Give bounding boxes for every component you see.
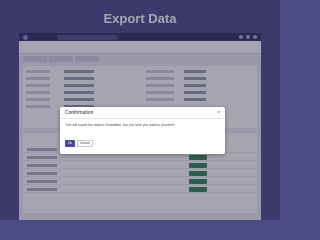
dialog-actions: Ok Cancel [65, 140, 93, 147]
cancel-button[interactable]: Cancel [77, 140, 93, 147]
confirmation-dialog: Confirmation × This will export the data… [60, 107, 225, 154]
dialog-header: Confirmation × [60, 107, 225, 119]
ok-button[interactable]: Ok [65, 140, 75, 147]
dialog-body: This will export the data to Snowflake. … [60, 119, 225, 127]
dialog-message: This will export the data to Snowflake. … [65, 123, 176, 127]
dialog-title: Confirmation [65, 109, 94, 116]
close-icon[interactable]: × [217, 110, 220, 116]
